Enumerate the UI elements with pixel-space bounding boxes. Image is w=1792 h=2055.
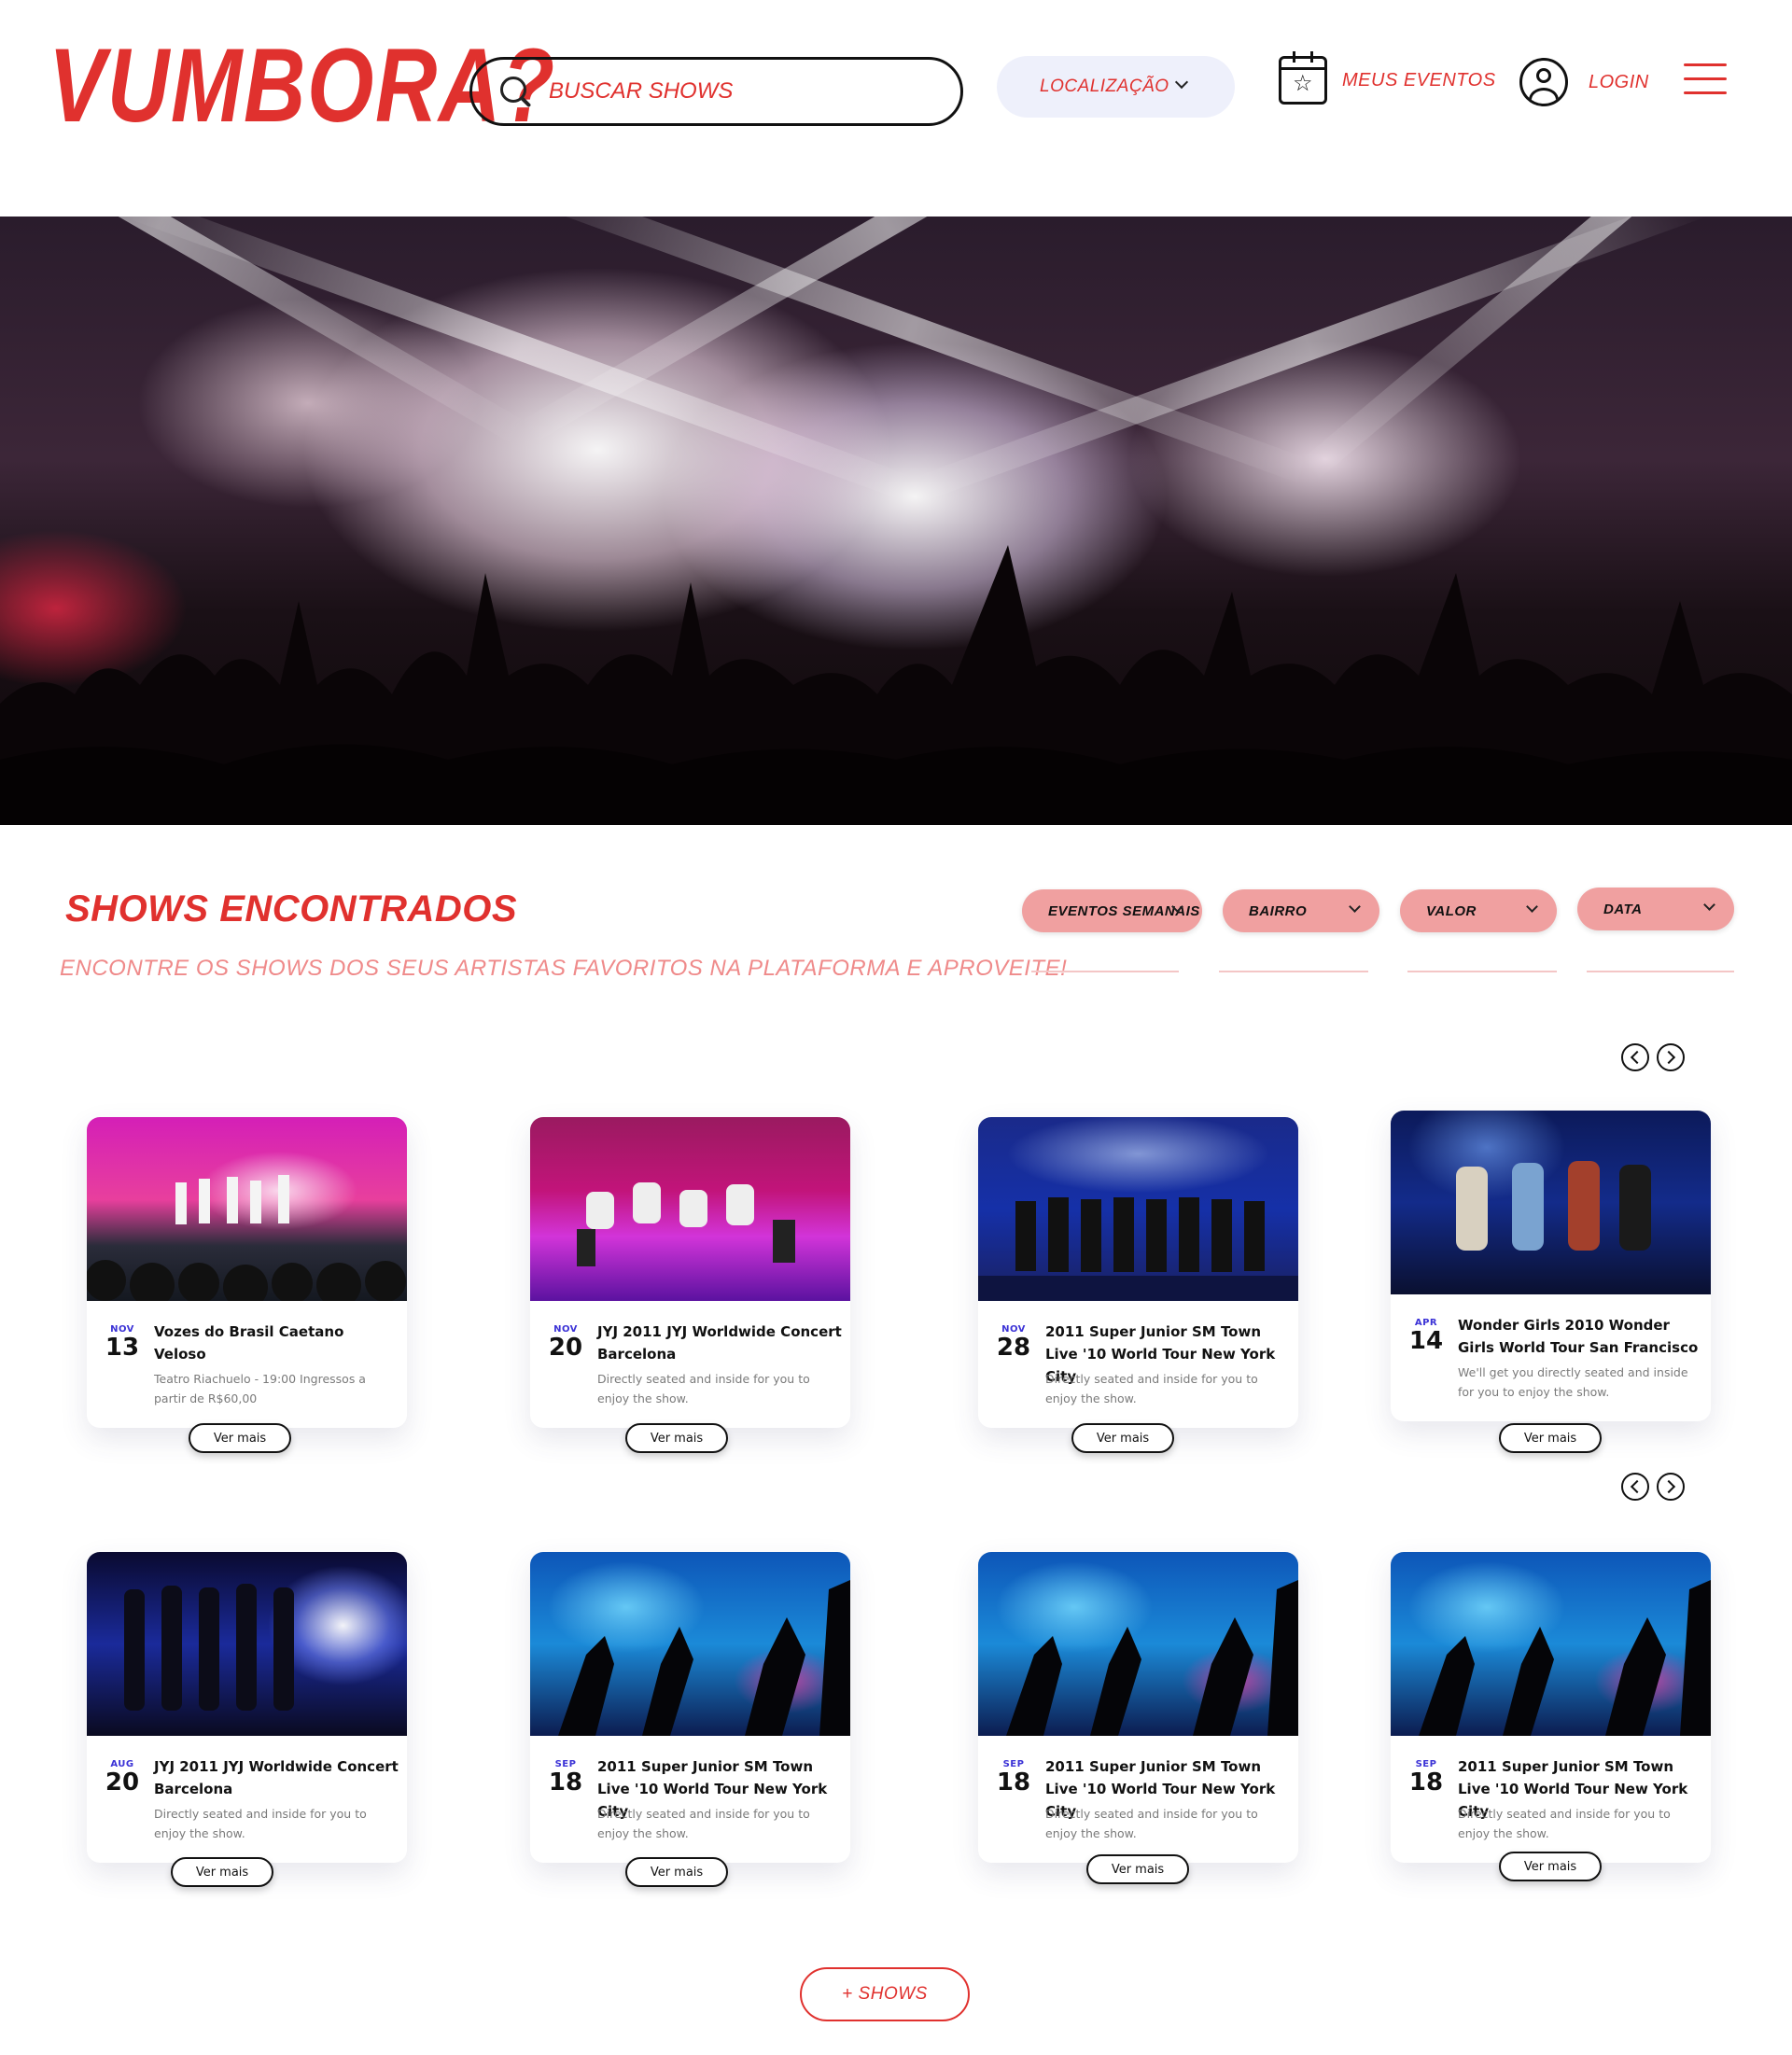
event-date: SEP 18 (1407, 1759, 1445, 1796)
filter-underline (1407, 971, 1557, 972)
event-title: Vozes do Brasil Caetano Veloso (154, 1323, 344, 1363)
carousel-prev-icon[interactable] (1621, 1043, 1649, 1071)
event-day: 18 (996, 1768, 1031, 1796)
login-label: LOGIN (1589, 71, 1649, 92)
location-dropdown[interactable]: LOCALIZAÇÃO (997, 56, 1235, 118)
search-bar[interactable] (469, 57, 963, 126)
ver-mais-button[interactable]: Ver mais (1499, 1852, 1602, 1881)
ver-mais-button[interactable]: Ver mais (1499, 1423, 1602, 1453)
event-title: JYJ 2011 JYJ Worldwide Concert Barcelona (597, 1323, 842, 1363)
hero-banner (0, 217, 1792, 825)
event-description: Directly seated and inside for you to en… (597, 1807, 810, 1840)
filter-data[interactable]: DATA (1577, 888, 1734, 930)
event-card[interactable]: NOV 20 JYJ 2011 JYJ Worldwide Concert Ba… (530, 1117, 850, 1428)
event-description: Directly seated and inside for you to en… (1045, 1807, 1258, 1840)
search-icon[interactable] (498, 75, 532, 108)
event-day: 14 (1408, 1327, 1444, 1355)
event-card[interactable]: APR 14 Wonder Girls 2010 Wonder Girls Wo… (1391, 1111, 1711, 1421)
event-image (978, 1117, 1298, 1301)
event-day: 28 (996, 1334, 1031, 1362)
event-image (530, 1552, 850, 1736)
crowd-silhouette (0, 545, 1792, 825)
more-shows-button[interactable]: + SHOWS (800, 1967, 970, 2021)
event-description: Directly seated and inside for you to en… (1045, 1372, 1258, 1405)
my-events-link[interactable]: ☆ MEUS EVENTOS (1279, 51, 1496, 105)
chevron-down-icon (1349, 901, 1361, 913)
event-description: Directly seated and inside for you to en… (154, 1807, 367, 1840)
filter-underline (1587, 971, 1734, 972)
event-date: APR 14 (1407, 1318, 1445, 1355)
filter-label: DATA (1603, 901, 1643, 917)
event-image (87, 1552, 407, 1736)
my-events-label: MEUS EVENTOS (1342, 69, 1496, 91)
filter-label: BAIRRO (1249, 902, 1308, 919)
event-date: NOV 28 (995, 1324, 1032, 1362)
chevron-down-icon (1703, 899, 1715, 911)
event-image (1391, 1111, 1711, 1294)
event-description: Directly seated and inside for you to en… (597, 1372, 810, 1405)
event-image (978, 1552, 1298, 1736)
event-date: NOV 20 (547, 1324, 584, 1362)
chevron-down-icon (1526, 901, 1538, 913)
event-card[interactable]: SEP 18 2011 Super Junior SM Town Live '1… (530, 1552, 850, 1863)
header: VUMBORA? LOCALIZAÇÃO ☆ MEUS EVENTOS LOGI… (0, 0, 1792, 217)
event-day: 20 (548, 1334, 583, 1362)
hamburger-menu-icon[interactable] (1684, 62, 1727, 97)
filter-bairro[interactable]: BAIRRO (1223, 889, 1379, 932)
event-day: 18 (548, 1768, 583, 1796)
section-title: SHOWS ENCONTRADOS (65, 888, 518, 930)
event-description: Teatro Riachuelo - 19:00 Ingressos a par… (154, 1372, 366, 1405)
carousel-next-icon[interactable] (1657, 1473, 1685, 1501)
ver-mais-button[interactable]: Ver mais (625, 1857, 728, 1887)
event-card[interactable]: AUG 20 JYJ 2011 JYJ Worldwide Concert Ba… (87, 1552, 407, 1863)
event-date: SEP 18 (995, 1759, 1032, 1796)
event-description: We'll get you directly seated and inside… (1458, 1365, 1688, 1399)
calendar-star-icon: ☆ (1279, 51, 1327, 105)
event-date: NOV 13 (104, 1324, 141, 1362)
ver-mais-button[interactable]: Ver mais (1071, 1423, 1174, 1453)
login-link[interactable]: LOGIN (1519, 58, 1649, 106)
event-description: Directly seated and inside for you to en… (1458, 1807, 1671, 1840)
carousel-next-icon[interactable] (1657, 1043, 1685, 1071)
filter-underline (1031, 971, 1179, 972)
event-title: Wonder Girls 2010 Wonder Girls World Tou… (1458, 1317, 1699, 1356)
event-day: 18 (1408, 1768, 1444, 1796)
ver-mais-button[interactable]: Ver mais (1086, 1854, 1189, 1884)
event-card[interactable]: NOV 28 2011 Super Junior SM Town Live '1… (978, 1117, 1298, 1428)
event-card[interactable]: SEP 18 2011 Super Junior SM Town Live '1… (1391, 1552, 1711, 1863)
search-input[interactable] (549, 78, 922, 105)
filter-eventos-semanais[interactable]: EVENTOS SEMANAIS (1022, 889, 1202, 932)
event-image (530, 1117, 850, 1301)
section-subtitle: ENCONTRE OS SHOWS DOS SEUS ARTISTAS FAVO… (60, 956, 1068, 981)
event-date: SEP 18 (547, 1759, 584, 1796)
filter-label: VALOR (1426, 902, 1477, 919)
filter-underline (1219, 971, 1368, 972)
event-image (87, 1117, 407, 1301)
location-label: LOCALIZAÇÃO (1040, 77, 1169, 96)
filter-valor[interactable]: VALOR (1400, 889, 1557, 932)
event-image (1391, 1552, 1711, 1736)
chevron-down-icon (1174, 75, 1189, 90)
carousel-prev-icon[interactable] (1621, 1473, 1649, 1501)
user-icon (1519, 58, 1568, 106)
event-date: AUG 20 (104, 1759, 141, 1796)
event-day: 20 (105, 1768, 140, 1796)
ver-mais-button[interactable]: Ver mais (189, 1423, 291, 1453)
event-title: JYJ 2011 JYJ Worldwide Concert Barcelona (154, 1758, 399, 1797)
event-day: 13 (105, 1334, 140, 1362)
ver-mais-button[interactable]: Ver mais (625, 1423, 728, 1453)
event-card[interactable]: SEP 18 2011 Super Junior SM Town Live '1… (978, 1552, 1298, 1863)
event-card[interactable]: NOV 13 Vozes do Brasil Caetano Veloso Te… (87, 1117, 407, 1428)
ver-mais-button[interactable]: Ver mais (171, 1857, 273, 1887)
